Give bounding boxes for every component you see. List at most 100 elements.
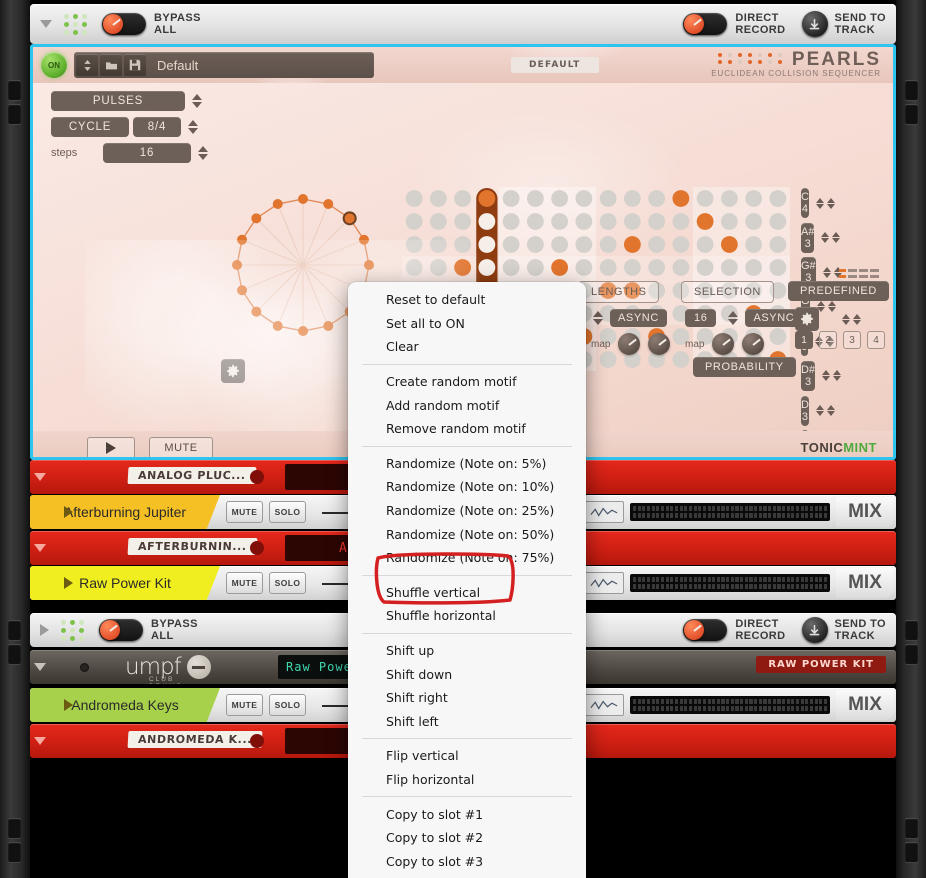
fold-triangle-icon[interactable] <box>64 506 73 518</box>
probability-tab[interactable]: PROBABILITY <box>693 357 796 377</box>
context-menu[interactable]: Reset to default Set all to ON Clear Create… <box>348 282 586 878</box>
play-button[interactable] <box>87 437 135 457</box>
menu-item-create-random-motif[interactable]: Create random motif <box>348 370 586 394</box>
lengths-async-button[interactable]: ASYNC <box>610 309 667 327</box>
mix-tag[interactable]: MIX <box>836 690 894 720</box>
europa-name-chip[interactable]: ANDROMEDA K... <box>127 731 263 748</box>
fold-triangle-icon[interactable] <box>34 663 46 671</box>
cycle-button[interactable]: CYCLE <box>51 117 129 137</box>
pulses-button[interactable]: PULSES <box>51 91 185 111</box>
fold-triangle-icon[interactable] <box>34 737 46 745</box>
lengths-map-knob-b[interactable] <box>648 333 671 355</box>
steps-stepper[interactable] <box>196 146 210 160</box>
note-stepper[interactable] <box>815 197 835 209</box>
menu-item-add-random-motif[interactable]: Add random motif <box>348 393 586 417</box>
fold-triangle-icon[interactable] <box>64 577 73 589</box>
mute-button[interactable]: MUTE <box>149 437 213 457</box>
menu-item-copy-to-slot-4[interactable]: Copy to slot #4 <box>348 873 586 878</box>
menu-item-clear[interactable]: Clear <box>348 335 586 359</box>
send-to-track-button[interactable]: SEND TO TRACK <box>801 11 887 37</box>
patch-save-button[interactable] <box>124 54 146 76</box>
predefined-slot-3[interactable]: 3 <box>843 331 861 349</box>
menu-item-copy-to-slot-2[interactable]: Copy to slot #2 <box>348 826 586 850</box>
note-button[interactable]: D# 3 <box>801 360 816 391</box>
direct-record-toggle[interactable] <box>683 619 728 641</box>
menu-item-set-all-to-on[interactable]: Set all to ON <box>348 312 586 336</box>
note-button[interactable]: D 3 <box>801 395 809 426</box>
predefined-stepper[interactable] <box>842 313 861 325</box>
menu-item-randomize-note-on-25[interactable]: Randomize (Note on: 25%) <box>348 499 586 523</box>
note-stepper[interactable] <box>822 370 842 382</box>
menu-item-randomize-note-on-75[interactable]: Randomize (Note on: 75%) <box>348 546 586 570</box>
cycle-stepper[interactable] <box>186 120 200 134</box>
fold-triangle-icon[interactable] <box>64 699 73 711</box>
menu-item-shift-left[interactable]: Shift left <box>348 710 586 734</box>
send-to-track-button[interactable]: SEND TO TRACK <box>801 617 887 643</box>
menu-item-randomize-note-on-5[interactable]: Randomize (Note on: 5%) <box>348 452 586 476</box>
europa-name-chip[interactable]: AFTERBURNIN... <box>127 538 258 555</box>
channel-name-tab[interactable]: Raw Power Kit <box>30 566 220 600</box>
menu-item-randomize-note-on-10[interactable]: Randomize (Note on: 10%) <box>348 475 586 499</box>
menu-item-shift-up[interactable]: Shift up <box>348 639 586 663</box>
steps-value[interactable]: 16 <box>103 143 191 163</box>
fold-triangle-icon[interactable] <box>40 20 52 28</box>
note-button[interactable]: C 4 <box>801 188 809 218</box>
fold-triangle-icon[interactable] <box>40 624 49 636</box>
lengths-tab[interactable]: LENGTHS <box>578 281 660 303</box>
menu-item-shift-down[interactable]: Shift down <box>348 662 586 686</box>
menu-item-reset-to-default[interactable]: Reset to default <box>348 288 586 312</box>
mix-tag[interactable]: MIX <box>836 497 894 527</box>
pearls-preset-tag[interactable]: DEFAULT <box>511 57 599 73</box>
menu-item-flip-horizontal[interactable]: Flip horizontal <box>348 768 586 792</box>
scope-button[interactable] <box>584 694 624 716</box>
pulses-stepper[interactable] <box>190 94 204 108</box>
predefined-gear-button[interactable] <box>795 307 819 331</box>
menu-item-shuffle-vertical[interactable]: Shuffle vertical <box>348 581 586 605</box>
menu-item-copy-to-slot-3[interactable]: Copy to slot #3 <box>348 849 586 873</box>
pearls-patch-name[interactable]: Default <box>157 58 198 73</box>
patch-browse-folder-button[interactable] <box>100 54 122 76</box>
selection-map-knob-a[interactable] <box>712 333 735 355</box>
bypass-all-toggle[interactable] <box>102 13 146 35</box>
europa-name-chip[interactable]: ANALOG PLUC... <box>127 467 257 484</box>
selection-tab[interactable]: SELECTION <box>681 281 774 303</box>
bypass-all-toggle[interactable] <box>99 619 143 641</box>
mute-button[interactable]: MUTE <box>226 694 263 716</box>
menu-item-flip-vertical[interactable]: Flip vertical <box>348 744 586 768</box>
pearls-power-button[interactable]: ON <box>41 52 67 78</box>
patch-updown-button[interactable] <box>76 54 98 76</box>
predefined-slot-2[interactable]: 2 <box>819 331 837 349</box>
fold-triangle-icon[interactable] <box>34 544 46 552</box>
menu-item-shift-right[interactable]: Shift right <box>348 686 586 710</box>
mix-tag[interactable]: MIX <box>836 568 894 598</box>
predefined-tab[interactable]: PREDEFINED <box>788 281 889 301</box>
menu-item-remove-random-motif[interactable]: Remove random motif <box>348 417 586 441</box>
selection-value[interactable]: 16 <box>685 309 717 327</box>
predefined-slot-1[interactable]: 1 <box>795 331 813 349</box>
menu-item-copy-to-slot-1[interactable]: Copy to slot #1 <box>348 802 586 826</box>
channel-name-tab[interactable]: Afterburning Jupiter <box>30 495 220 529</box>
mute-button[interactable]: MUTE <box>226 572 263 594</box>
circle-settings-gear-button[interactable] <box>221 359 245 383</box>
fold-triangle-icon[interactable] <box>34 473 46 481</box>
mute-button[interactable]: MUTE <box>226 501 263 523</box>
channel-name-tab[interactable]: Andromeda Keys <box>30 688 220 722</box>
scope-button[interactable] <box>584 501 624 523</box>
scope-button[interactable] <box>584 572 624 594</box>
predefined-slot-4[interactable]: 4 <box>867 331 885 349</box>
solo-button[interactable]: SOLO <box>269 572 306 594</box>
selection-stepper[interactable] <box>726 311 740 325</box>
lengths-stepper[interactable] <box>591 311 605 325</box>
selection-async-button[interactable]: ASYNC <box>745 309 803 327</box>
umpf-patch-tag[interactable]: RAW POWER KIT <box>756 656 886 673</box>
selection-map-knob-b[interactable] <box>742 333 765 355</box>
solo-button[interactable]: SOLO <box>269 694 306 716</box>
note-stepper[interactable] <box>821 232 841 244</box>
menu-item-shuffle-horizontal[interactable]: Shuffle horizontal <box>348 604 586 628</box>
direct-record-toggle[interactable] <box>683 13 728 35</box>
note-button[interactable]: A# 3 <box>801 222 815 253</box>
menu-item-randomize-note-on-50[interactable]: Randomize (Note on: 50%) <box>348 522 586 546</box>
cycle-value[interactable]: 8/4 <box>133 117 181 137</box>
lengths-map-knob-a[interactable] <box>618 333 641 355</box>
solo-button[interactable]: SOLO <box>269 501 306 523</box>
